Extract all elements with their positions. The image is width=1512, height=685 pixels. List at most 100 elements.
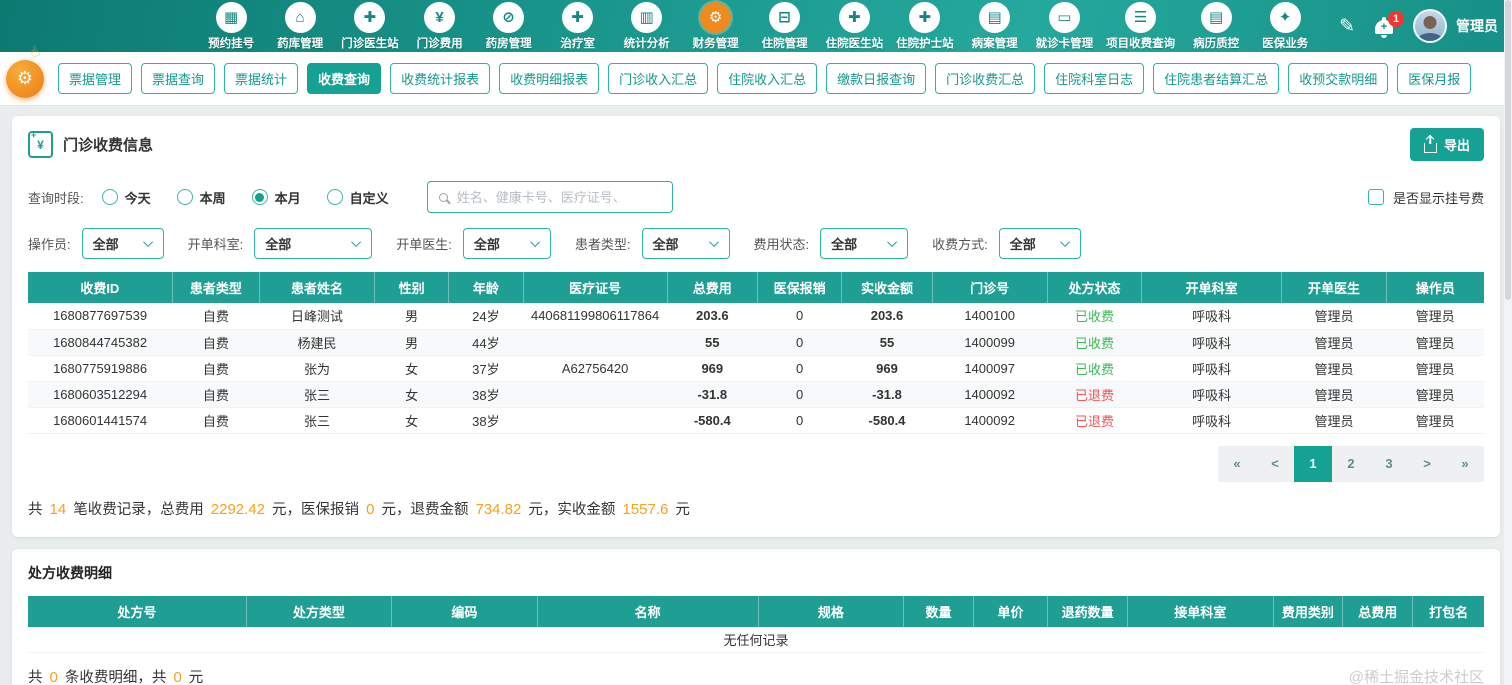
- scrollbar-thumb[interactable]: [1505, 0, 1511, 300]
- user-menu[interactable]: 管理员: [1413, 9, 1498, 43]
- notification-bell[interactable]: + 1: [1375, 11, 1404, 34]
- tab-13[interactable]: 收预交款明细: [1288, 63, 1389, 94]
- nav-item-outpatient-fee[interactable]: ¥ 门诊费用: [412, 1, 468, 51]
- show-registration-fee-toggle[interactable]: 是否显示挂号费: [1367, 188, 1484, 207]
- select-order-doctor[interactable]: 全部: [462, 228, 551, 259]
- select-fee-status[interactable]: 全部: [820, 228, 909, 259]
- table-row[interactable]: 1680601441574 自费 张三女 38岁 -580.4 0 -580.4 140009…: [28, 407, 1484, 434]
- pencil-icon[interactable]: ✎: [1339, 15, 1355, 38]
- page-2[interactable]: 2: [1332, 446, 1370, 482]
- table-cell: 女: [374, 407, 449, 434]
- table-cell: A62756420: [523, 355, 668, 382]
- tab-2[interactable]: 票据查询: [141, 63, 216, 94]
- nav-item-medical-insurance[interactable]: ✦ 医保业务: [1257, 1, 1313, 51]
- column-header: 总费用: [667, 272, 758, 303]
- table-row[interactable]: 1680603512294 自费 张三女 38岁 -31.8 0 -31.8 1400092 已…: [28, 381, 1484, 408]
- inpatient-nurse-icon: ✚: [909, 1, 941, 33]
- tab-10[interactable]: 门诊收费汇总: [935, 63, 1036, 94]
- nav-item-inpatient-nurse[interactable]: ✚ 住院护士站: [896, 1, 954, 51]
- radio-option[interactable]: 本月: [251, 188, 301, 207]
- page-first[interactable]: «: [1218, 446, 1256, 482]
- watermark: @稀土掘金技术社区: [1348, 669, 1484, 685]
- statistics-icon: ▥: [631, 1, 663, 33]
- nav-item-record-qc[interactable]: ▤ 病历质控: [1188, 1, 1244, 51]
- nav-item-pharmacy[interactable]: ⊘ 药房管理: [481, 1, 537, 51]
- summary-segment: 元，实收金额: [524, 501, 620, 518]
- table-row[interactable]: 1680844745382 自费 杨建民男 44岁 55 0 55 1400099 已收费 呼吸科…: [28, 329, 1484, 356]
- tab-1[interactable]: 票据管理: [58, 63, 133, 94]
- column-header: 收费ID: [28, 272, 173, 303]
- table-cell: 37岁: [448, 355, 524, 382]
- radio-option[interactable]: 本周: [176, 188, 226, 207]
- table-cell: 自费: [172, 355, 260, 382]
- column-header: 打包名: [1412, 595, 1484, 627]
- table-cell: 管理员: [1386, 381, 1484, 408]
- visit-card-icon: ▭: [1048, 1, 1080, 33]
- radio-option[interactable]: 今天: [101, 188, 151, 207]
- select-order-dept[interactable]: 全部: [254, 228, 373, 259]
- radio-option[interactable]: 自定义: [326, 188, 389, 207]
- tab-11[interactable]: 住院科室日志: [1044, 63, 1145, 94]
- nav-item-label: 门诊费用: [416, 37, 463, 50]
- nav-item-label: 统计分析: [623, 37, 670, 50]
- select-patient-type[interactable]: 全部: [641, 228, 730, 259]
- page-next[interactable]: >: [1408, 446, 1446, 482]
- medical-records-icon: ▤: [979, 1, 1011, 33]
- nav-item-visit-card[interactable]: ▭ 就诊卡管理: [1036, 1, 1093, 51]
- tab-14[interactable]: 医保月报: [1397, 63, 1472, 94]
- page-prev[interactable]: <: [1256, 446, 1294, 482]
- export-button[interactable]: 导出: [1409, 128, 1484, 161]
- table-row[interactable]: 1680877697539 自费 日峰测试男 24岁 44068119980611786…: [28, 303, 1484, 330]
- tab-6[interactable]: 收费明细报表: [499, 63, 600, 94]
- nav-item-medical-records[interactable]: ▤ 病案管理: [967, 1, 1023, 51]
- column-header: 年龄: [448, 272, 524, 303]
- table-cell: 管理员: [1386, 355, 1484, 382]
- search-input[interactable]: [456, 189, 661, 205]
- detail-table-head: 处方号 处方类型 编码 名称 规格 数量 单价 退药数量 接单科室 费用类别 总费用 打包名: [28, 595, 1484, 627]
- page-last[interactable]: »: [1446, 446, 1484, 482]
- table-cell: -580.4: [841, 407, 933, 434]
- table-cell: 38岁: [448, 381, 524, 408]
- tab-4[interactable]: 收费查询: [307, 63, 382, 94]
- table-cell: 24岁: [448, 303, 524, 330]
- nav-item-appointment[interactable]: ▦ 预约挂号: [203, 1, 259, 51]
- nav-item-inpatient-mgmt[interactable]: ⊟ 住院管理: [757, 1, 813, 51]
- filter-charge-method: 收费方式: 全部: [932, 228, 1081, 259]
- chevron-down-icon: [708, 237, 719, 248]
- nav-item-label: 住院管理: [761, 37, 808, 50]
- tab-5[interactable]: 收费统计报表: [390, 63, 491, 94]
- table-cell: 男: [374, 303, 449, 330]
- tab-7[interactable]: 门诊收入汇总: [608, 63, 709, 94]
- select-charge-method[interactable]: 全部: [998, 228, 1081, 259]
- checkbox-label: 是否显示挂号费: [1392, 190, 1484, 206]
- inpatient-doctor-icon: ✚: [838, 1, 870, 33]
- nav-item-finance[interactable]: ⚙ 财务管理: [688, 1, 744, 51]
- nav-item-inpatient-doctor[interactable]: ✚ 住院医生站: [826, 1, 883, 51]
- gear-fab-button[interactable]: ⚙: [6, 59, 44, 98]
- tab-12[interactable]: 住院患者结算汇总: [1153, 63, 1280, 94]
- drug-store-icon: ⌂: [284, 1, 316, 33]
- nav-item-treatment-room[interactable]: ✚ 治疗室: [550, 1, 606, 51]
- tab-9[interactable]: 缴款日报查询: [826, 63, 927, 94]
- table-row[interactable]: 1680775919886 自费 张为女 37岁 A62756420 969 0 969 140…: [28, 355, 1484, 382]
- table-cell: -580.4: [667, 407, 758, 434]
- table-cell: 0: [757, 381, 842, 408]
- page-3[interactable]: 3: [1370, 446, 1408, 482]
- tab-8[interactable]: 住院收入汇总: [717, 63, 818, 94]
- treatment-room-icon: ✚: [562, 1, 594, 33]
- column-header: 退药数量: [1047, 595, 1129, 627]
- scrollbar[interactable]: [1504, 0, 1512, 685]
- nav-item-drug-store[interactable]: ⌂ 药库管理: [272, 1, 328, 51]
- table-cell: 0: [757, 303, 842, 330]
- empty-row: 无任何记录: [28, 626, 1484, 653]
- table-cell: 1680877697539: [28, 303, 173, 330]
- nav-item-statistics[interactable]: ▥ 统计分析: [619, 1, 675, 51]
- page-1[interactable]: 1: [1294, 445, 1332, 482]
- avatar: [1413, 9, 1447, 43]
- nav-item-outpatient-doctor[interactable]: ✚ 门诊医生站: [341, 1, 399, 51]
- table-cell: -31.8: [667, 381, 758, 408]
- nav-item-item-fee-query[interactable]: ☰ 项目收费查询: [1106, 1, 1175, 51]
- select-operator[interactable]: 全部: [81, 228, 164, 259]
- select-value: 全部: [92, 237, 119, 252]
- tab-3[interactable]: 票据统计: [224, 63, 299, 94]
